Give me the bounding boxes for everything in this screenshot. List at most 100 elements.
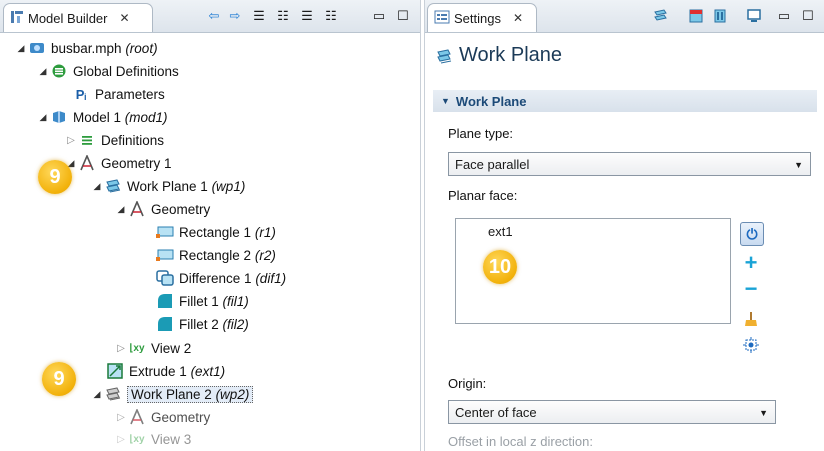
selection-item[interactable]: ext1 [488, 224, 513, 239]
tree-label: Parameters [95, 86, 165, 102]
tree-item-geometry-1[interactable]: ◢ Geometry 1 [64, 152, 172, 174]
tree-item-fillet-2[interactable]: Fillet 2 (fil2) [156, 313, 249, 335]
activate-toggle-icon[interactable]: ⏻ [740, 222, 764, 246]
plane-type-value: Face parallel [455, 156, 530, 172]
tree-item-definitions[interactable]: ▷ Definitions [64, 129, 164, 151]
geometry-icon [128, 409, 146, 425]
origin-select[interactable]: Center of face ▼ [448, 400, 776, 424]
build-all-icon[interactable] [687, 8, 705, 24]
origin-value: Center of face [455, 404, 537, 420]
expand-toggle[interactable]: ◢ [14, 43, 28, 54]
close-icon[interactable]: ✕ [513, 11, 523, 25]
section-title: Work Plane [455, 93, 527, 109]
remove-icon[interactable]: − [740, 276, 762, 301]
arrow-left-icon[interactable]: ⇦ [205, 8, 223, 24]
tree-item-rectangle-1[interactable]: Rectangle 1 (r1) [156, 221, 276, 243]
settings-tabbar: Settings ✕ ▭ ☐ [425, 0, 824, 33]
tree-label: Fillet 1 (fil1) [179, 293, 249, 309]
tree-label: Difference 1 (dif1) [179, 270, 287, 286]
tree-item-rectangle-2[interactable]: Rectangle 2 (r2) [156, 244, 276, 266]
section-work-plane[interactable]: ▼ Work Plane [433, 90, 817, 112]
model-builder-icon [10, 10, 24, 27]
work-plane-icon [104, 386, 122, 402]
show-more-icon[interactable]: ☷ [274, 8, 292, 24]
dropdown-arrow-icon: ▼ [759, 408, 768, 418]
rectangle-icon [156, 224, 174, 240]
view-xy-icon: ⌊xy [129, 433, 145, 445]
tree-item-extrude-1[interactable]: Extrude 1 (ext1) [106, 360, 225, 382]
tree-item-geometry[interactable]: ◢ Geometry [114, 198, 210, 220]
fillet-icon [156, 316, 174, 332]
callout-badge: 9 [38, 160, 72, 194]
tree-label: Fillet 2 (fil2) [179, 316, 249, 332]
tree-item-geometry[interactable]: ▷ Geometry [114, 406, 210, 428]
geometry-icon [78, 155, 96, 171]
collapse-all-icon[interactable]: ☷ [322, 8, 340, 24]
geometry-icon [128, 201, 146, 217]
tree-item-model-1[interactable]: ◢ Model 1 (mod1) [36, 106, 168, 128]
minimize-icon[interactable]: ▭ [370, 8, 388, 24]
tree-item-parameters[interactable]: Pᵢ Parameters [72, 83, 165, 105]
tree-item-work-plane-1[interactable]: ◢ Work Plane 1 (wp1) [90, 175, 246, 197]
parameters-icon: Pᵢ [75, 86, 87, 102]
difference-icon [156, 270, 174, 286]
tree-label: View 3 [151, 431, 192, 447]
callout-badge: 10 [483, 250, 517, 284]
model-builder-panel: Model Builder ✕ ⇦ ⇨ ☰ ☷ ☰ ☷ ▭ ☐ ◢ busbar… [0, 0, 421, 451]
add-icon[interactable]: + [740, 250, 762, 275]
definitions-list-icon [78, 132, 96, 148]
expand-toggle[interactable]: ▷ [64, 135, 78, 146]
fillet-icon [156, 293, 174, 309]
offset-label: Offset in local z direction: [448, 434, 593, 449]
tree-label: Geometry 1 [101, 155, 172, 171]
work-plane-icon [435, 47, 453, 65]
tree-label: Extrude 1 (ext1) [129, 363, 226, 379]
tree-item-root[interactable]: ◢ busbar.mph (root) [14, 37, 158, 59]
tree-item-fillet-1[interactable]: Fillet 1 (fil1) [156, 290, 249, 312]
definitions-icon [50, 63, 68, 79]
dropdown-arrow-icon: ▼ [794, 160, 803, 170]
expand-toggle[interactable]: ◢ [114, 204, 128, 215]
tree-item-work-plane-2[interactable]: ◢ Work Plane 2 (wp2) [90, 383, 254, 405]
tree-label: Rectangle 2 (r2) [179, 247, 276, 263]
tab-model-builder-label: Model Builder [28, 10, 108, 26]
tree-label: busbar.mph (root) [51, 40, 158, 56]
arrow-right-icon[interactable]: ⇨ [226, 8, 244, 24]
tree-label: Work Plane 1 (wp1) [127, 178, 246, 194]
expand-toggle[interactable]: ▷ [114, 343, 128, 354]
page-title: Work Plane [459, 44, 563, 66]
update-icon[interactable] [711, 8, 729, 24]
show-list-icon[interactable]: ☰ [250, 8, 268, 24]
tree-item-view-2[interactable]: ▷ ⌊xy View 2 [114, 337, 191, 359]
tab-settings-label: Settings [454, 10, 501, 26]
expand-toggle[interactable]: ◢ [36, 112, 50, 123]
tab-settings[interactable]: Settings ✕ [427, 3, 537, 32]
tree-item-view-3[interactable]: ▷ ⌊xy View 3 [114, 428, 191, 450]
expand-toggle[interactable]: ▷ [114, 412, 128, 423]
tab-model-builder[interactable]: Model Builder ✕ [3, 3, 153, 32]
build-selected-icon[interactable] [651, 8, 669, 24]
tree-label: Rectangle 1 (r1) [179, 224, 276, 240]
view-xy-icon: ⌊xy [129, 342, 145, 354]
maximize-icon[interactable]: ☐ [394, 8, 412, 24]
expand-toggle[interactable]: ◢ [36, 66, 50, 77]
maximize-icon[interactable]: ☐ [799, 8, 817, 24]
minimize-icon[interactable]: ▭ [775, 8, 793, 24]
tree-item-global-definitions[interactable]: ◢ Global Definitions [36, 60, 179, 82]
extrude-icon [106, 363, 124, 379]
origin-label: Origin: [448, 376, 487, 391]
plane-type-label: Plane type: [448, 126, 514, 141]
settings-icon [434, 10, 450, 27]
expand-toggle[interactable]: ▷ [114, 434, 128, 445]
plane-type-select[interactable]: Face parallel ▼ [448, 152, 811, 176]
monitor-icon[interactable] [745, 8, 763, 24]
tree-item-difference-1[interactable]: Difference 1 (dif1) [156, 267, 286, 289]
expand-toggle[interactable]: ◢ [90, 389, 104, 400]
callout-badge: 9 [42, 362, 76, 396]
expand-all-icon[interactable]: ☰ [298, 8, 316, 24]
close-icon[interactable]: ✕ [120, 11, 130, 25]
expand-toggle[interactable]: ◢ [90, 181, 104, 192]
zoom-to-selection-icon[interactable] [740, 334, 762, 356]
clear-selection-icon[interactable] [740, 308, 762, 330]
tree-label: Geometry [151, 409, 211, 425]
